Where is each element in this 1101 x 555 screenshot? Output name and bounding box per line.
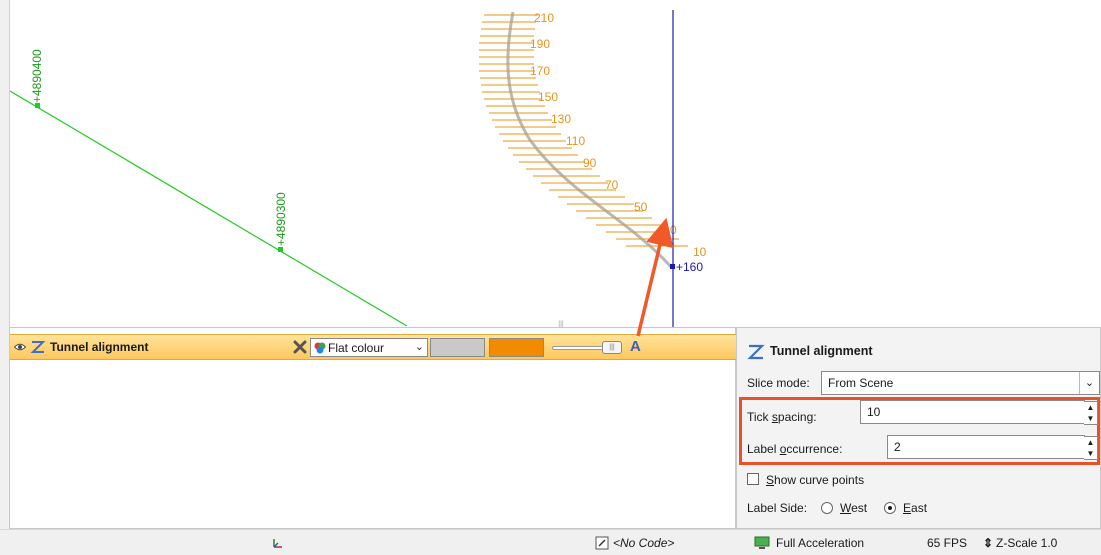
curve-icon <box>30 341 46 353</box>
tick-spacing-input[interactable]: 10 ▲ ▼ <box>860 400 1098 425</box>
no-code-label[interactable]: <No Code> <box>613 536 674 550</box>
label-side-east-radio[interactable] <box>884 502 896 514</box>
axes-icon <box>273 539 282 548</box>
palette-icon <box>314 342 326 354</box>
tick-label: 10 <box>693 245 707 259</box>
tick-label: 50 <box>634 200 648 214</box>
zscale-value[interactable]: Z-Scale 1.0 <box>996 536 1057 550</box>
colour-mode-value: Flat colour <box>328 341 385 355</box>
curve-icon <box>747 344 765 360</box>
object-name: Tunnel alignment <box>50 340 149 354</box>
spin-buttons[interactable]: ▲ ▼ <box>1084 436 1098 460</box>
northing-line <box>10 90 408 327</box>
opacity-slider[interactable]: ||| <box>550 338 625 357</box>
tick-label: 90 <box>583 156 597 170</box>
label-side-west-radio[interactable] <box>821 502 833 514</box>
eye-icon[interactable] <box>14 341 26 353</box>
northing-label: +4890400 <box>30 49 44 103</box>
easting-marker <box>670 264 675 269</box>
tick-marks <box>479 14 688 247</box>
label-occurrence-input[interactable]: 2 ▲ ▼ <box>887 435 1098 460</box>
scene-list-panel: Tunnel alignment Flat colour ⌄ ||| A <box>9 327 737 529</box>
colour-mode-select[interactable]: Flat colour ⌄ <box>310 338 428 357</box>
slider-thumb[interactable]: ||| <box>602 341 622 354</box>
colour-swatch-orange[interactable] <box>489 338 544 357</box>
application-window: +4890400 +4890300 210 190 170 150 130 11… <box>0 0 1101 555</box>
chevron-down-icon: ⌄ <box>414 341 424 353</box>
properties-title: Tunnel alignment <box>770 344 873 358</box>
easting-label: +160 <box>676 260 703 274</box>
tick-label: 210 <box>534 11 554 25</box>
fps-counter: 65 FPS <box>927 536 968 550</box>
label-toggle-icon[interactable]: A <box>630 338 648 357</box>
tick-label: 110 <box>566 134 585 148</box>
scene-canvas[interactable]: +4890400 +4890300 210 190 170 150 130 11… <box>10 0 1101 327</box>
show-curve-points-checkbox[interactable] <box>747 473 759 485</box>
scene-view[interactable]: +4890400 +4890300 210 190 170 150 130 11… <box>9 0 1101 327</box>
code-edit-icon[interactable] <box>595 536 609 550</box>
zscale-icon[interactable]: ⇕ <box>983 536 993 550</box>
slice-mode-select[interactable]: From Scene ⌄ <box>821 371 1100 395</box>
tick-label: 190 <box>530 37 550 51</box>
acceleration-status: Full Acceleration <box>776 536 865 550</box>
monitor-icon <box>754 536 770 549</box>
colour-swatch-grey[interactable] <box>430 338 485 357</box>
northing-marker <box>278 247 283 252</box>
label-occurrence-label: Label occurrence: <box>747 442 843 456</box>
slice-mode-label: Slice mode: <box>747 376 810 390</box>
northing-label: +4890300 <box>274 192 288 246</box>
tick-label: 170 <box>530 64 550 78</box>
tick-label: 150 <box>538 90 558 104</box>
spin-buttons[interactable]: ▲ ▼ <box>1084 401 1098 425</box>
east-label: East <box>903 501 928 515</box>
tick-spacing-label: Tick spacing: <box>747 410 817 424</box>
remove-icon[interactable] <box>292 339 308 355</box>
scene-list-row[interactable]: Tunnel alignment Flat colour ⌄ ||| A <box>10 334 737 360</box>
chevron-down-icon: ⌄ <box>1079 372 1099 394</box>
slice-mode-value: From Scene <box>828 376 894 390</box>
properties-panel: Tunnel alignment Slice mode: From Scene … <box>736 327 1101 529</box>
status-bar: <No Code> Full Acceleration 65 FPS ⇕ Z-S… <box>0 529 1101 555</box>
tick-label: 70 <box>605 178 619 192</box>
show-curve-points-label: Show curve points <box>766 473 865 487</box>
west-label: West <box>840 501 868 515</box>
label-side-label: Label Side: <box>747 501 808 515</box>
tick-label: 130 <box>551 112 571 126</box>
